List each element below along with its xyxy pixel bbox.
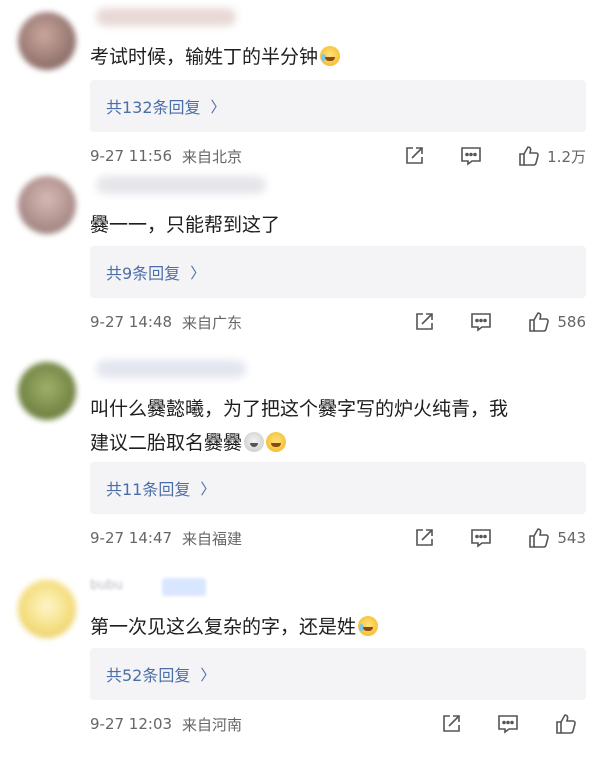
- comment-time: 9-27 12:03: [90, 715, 173, 733]
- grin-emoji: [266, 432, 287, 452]
- comment-time: 9-27 14:47: [90, 529, 173, 547]
- dizzy-emoji: [244, 432, 265, 452]
- comment-actions: [440, 712, 586, 736]
- comment-text: 第一次见这么复杂的字，还是姓: [90, 610, 576, 644]
- comment-icon[interactable]: [469, 527, 493, 549]
- avatar[interactable]: [18, 176, 76, 234]
- like-button[interactable]: 543: [527, 526, 586, 550]
- comment-text-content: 第一次见这么复杂的字，还是姓: [90, 616, 357, 638]
- replies-count: 共11条回复: [106, 480, 191, 499]
- comment-text: 叫什么爨懿曦，为了把这个爨字写的炉火纯青，我 建议二胎取名爨爨: [90, 392, 576, 460]
- view-replies-button[interactable]: 共52条回复 〉: [90, 648, 586, 700]
- share-icon[interactable]: [403, 145, 425, 167]
- like-count: 1.2万: [547, 147, 586, 166]
- laugh-tear-emoji: [358, 616, 379, 636]
- thumbs-up-icon: [556, 714, 576, 734]
- comment-meta: 9-27 14:48 来自广东 586: [90, 310, 586, 334]
- username-blurred[interactable]: [96, 360, 246, 378]
- username[interactable]: bubu: [90, 578, 123, 593]
- comment-icon[interactable]: [496, 713, 520, 735]
- comment-icon[interactable]: [469, 311, 493, 333]
- chevron-right-icon: 〉: [210, 97, 226, 116]
- view-replies-button[interactable]: 共9条回复 〉: [90, 246, 586, 298]
- comment-text-line-2: 建议二胎取名爨爨: [90, 426, 576, 460]
- comment-text-content: 爨一一，只能帮到这了: [90, 214, 281, 236]
- comment-actions: 1.2万: [403, 144, 586, 168]
- comment-meta: 9-27 12:03 来自河南: [90, 712, 586, 736]
- replies-count: 共132条回复: [106, 98, 201, 117]
- comment-meta: 9-27 14:47 来自福建 543: [90, 526, 586, 550]
- comment-icon[interactable]: [459, 145, 483, 167]
- username-blurred[interactable]: [96, 8, 236, 26]
- like-button[interactable]: 1.2万: [517, 144, 586, 168]
- thumbs-up-icon: [529, 528, 550, 548]
- user-badge: [162, 578, 206, 596]
- avatar[interactable]: [18, 362, 76, 420]
- comment-location: 来自河南: [182, 715, 243, 734]
- replies-count: 共9条回复: [106, 264, 181, 283]
- comment-time: 9-27 11:56: [90, 147, 173, 165]
- comment-text-content: 建议二胎取名爨爨: [90, 432, 243, 454]
- like-button[interactable]: 586: [527, 310, 586, 334]
- comment-actions: 543: [413, 526, 586, 550]
- like-count: 586: [557, 313, 586, 331]
- chevron-right-icon: 〉: [190, 263, 206, 282]
- comment-text-line: 叫什么爨懿曦，为了把这个爨字写的炉火纯青，我: [90, 398, 509, 420]
- share-icon[interactable]: [413, 311, 435, 333]
- avatar[interactable]: [18, 12, 76, 70]
- like-count: 543: [557, 529, 586, 547]
- username-blurred[interactable]: [96, 176, 266, 194]
- thumbs-up-icon: [529, 312, 550, 332]
- comment-text: 考试时候，输姓丁的半分钟: [90, 40, 576, 74]
- chevron-right-icon: 〉: [200, 665, 216, 684]
- replies-count: 共52条回复: [106, 666, 191, 685]
- thumbs-up-icon: [519, 146, 539, 166]
- share-icon[interactable]: [440, 713, 462, 735]
- like-button[interactable]: [554, 712, 578, 736]
- view-replies-button[interactable]: 共132条回复 〉: [90, 80, 586, 132]
- comment-text: 爨一一，只能帮到这了: [90, 208, 576, 242]
- view-replies-button[interactable]: 共11条回复 〉: [90, 462, 586, 514]
- comment-location: 来自北京: [182, 147, 243, 166]
- comment-meta: 9-27 11:56 来自北京 1.2万: [90, 144, 586, 168]
- laugh-tear-emoji: [320, 46, 341, 66]
- avatar[interactable]: [18, 580, 76, 638]
- comment-time: 9-27 14:48: [90, 313, 173, 331]
- share-icon[interactable]: [413, 527, 435, 549]
- comment-location: 来自广东: [182, 313, 243, 332]
- comment-location: 来自福建: [182, 529, 243, 548]
- comment-actions: 586: [413, 310, 586, 334]
- comment-text-content: 考试时候，输姓丁的半分钟: [90, 46, 319, 68]
- chevron-right-icon: 〉: [200, 479, 216, 498]
